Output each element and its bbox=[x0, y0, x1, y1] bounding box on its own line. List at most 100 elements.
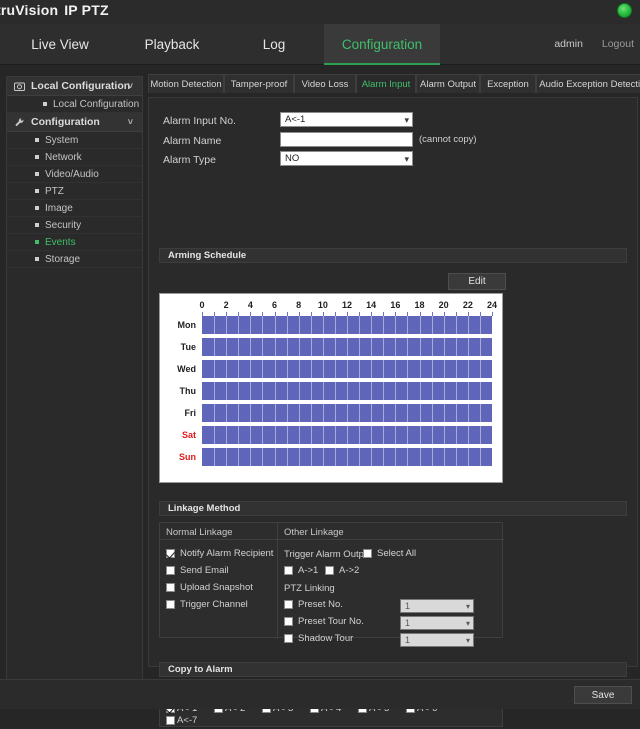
schedule-bar[interactable] bbox=[202, 338, 492, 356]
checkbox[interactable] bbox=[166, 566, 175, 575]
schedule-bar-divider bbox=[298, 360, 300, 378]
wrench-icon bbox=[14, 117, 25, 128]
schedule-bar-divider bbox=[395, 404, 397, 422]
checkbox-label: A->1 bbox=[298, 565, 319, 576]
tab-audio-exception-detection[interactable]: Audio Exception Detection bbox=[536, 74, 640, 93]
schedule-bar-divider bbox=[226, 404, 228, 422]
ptz-preset-tour-no-select[interactable]: 1 ▾ bbox=[400, 616, 474, 630]
day-label: Mon bbox=[177, 320, 197, 330]
tab-exception[interactable]: Exception bbox=[480, 74, 536, 93]
help-circle-icon[interactable] bbox=[617, 3, 632, 18]
arming-schedule-grid[interactable]: 0 2 4 6 8 10 12 14 16 18 20 22 24 Mon Tue Wed Thu Fri Sat S… bbox=[159, 293, 503, 483]
sidebar-item-ptz[interactable]: PTZ bbox=[7, 183, 142, 200]
checkbox[interactable] bbox=[166, 549, 175, 558]
tab-alarm-input[interactable]: Alarm Input bbox=[356, 74, 416, 93]
schedule-bar[interactable] bbox=[202, 382, 492, 400]
schedule-bar-divider bbox=[443, 448, 445, 466]
schedule-bar-divider bbox=[419, 404, 421, 422]
sidebar-item-local-configuration[interactable]: Local Configuration bbox=[7, 96, 142, 113]
schedule-bar-divider bbox=[310, 316, 312, 334]
ptz-preset-no-select[interactable]: 1 ▾ bbox=[400, 599, 474, 613]
schedule-bar-divider bbox=[383, 382, 385, 400]
chevron-down-icon[interactable]: ˅ bbox=[128, 113, 133, 132]
schedule-bar[interactable] bbox=[202, 426, 492, 444]
schedule-bar[interactable] bbox=[202, 316, 492, 334]
checkbox[interactable] bbox=[284, 600, 293, 609]
ptz-shadow-tour-select[interactable]: 1 ▾ bbox=[400, 633, 474, 647]
nav-item-configuration[interactable]: Configuration bbox=[324, 24, 440, 65]
schedule-bar[interactable] bbox=[202, 360, 492, 378]
hour-label: 16 bbox=[390, 300, 401, 310]
schedule-bar-divider bbox=[322, 426, 324, 444]
tab-motion-detection[interactable]: Motion Detection bbox=[148, 74, 224, 93]
sidebar-group-configuration[interactable]: Configuration ˅ bbox=[7, 113, 142, 132]
hour-label: 2 bbox=[223, 300, 229, 310]
sidebar-item-security[interactable]: Security bbox=[7, 217, 142, 234]
nav-item-playback[interactable]: Playback bbox=[118, 24, 226, 65]
alarm-input-no-select[interactable]: A<-1 ▾ bbox=[280, 112, 413, 127]
schedule-bar-divider bbox=[395, 316, 397, 334]
schedule-bar-divider bbox=[226, 316, 228, 334]
tab-alarm-output[interactable]: Alarm Output bbox=[416, 74, 480, 93]
alarm-name-input[interactable] bbox=[280, 132, 413, 147]
schedule-bar[interactable] bbox=[202, 404, 492, 422]
schedule-bar-divider bbox=[322, 448, 324, 466]
schedule-bar-divider bbox=[286, 426, 288, 444]
schedule-bar-divider bbox=[395, 448, 397, 466]
tab-video-loss[interactable]: Video Loss bbox=[294, 74, 356, 93]
day-label: Tue bbox=[180, 342, 196, 352]
checkbox[interactable] bbox=[363, 549, 372, 558]
checkbox[interactable] bbox=[325, 566, 334, 575]
schedule-bar-divider bbox=[310, 360, 312, 378]
edit-schedule-button[interactable]: Edit bbox=[448, 273, 506, 290]
schedule-bar-divider bbox=[443, 382, 445, 400]
schedule-bar-divider bbox=[226, 426, 228, 444]
sidebar-item-video-audio[interactable]: Video/Audio bbox=[7, 166, 142, 183]
schedule-bar-divider bbox=[262, 382, 264, 400]
checkbox[interactable] bbox=[166, 716, 175, 725]
schedule-bar-divider bbox=[419, 382, 421, 400]
header-rule bbox=[160, 539, 504, 540]
hour-label: 14 bbox=[366, 300, 377, 310]
chevron-down-icon[interactable]: ˅ bbox=[128, 77, 133, 96]
alarm-type-select[interactable]: NO ▾ bbox=[280, 151, 413, 166]
nav-item-log[interactable]: Log bbox=[230, 24, 318, 65]
bullet-icon bbox=[35, 155, 39, 159]
footer-bar: Save bbox=[0, 679, 640, 709]
checkbox[interactable] bbox=[166, 600, 175, 609]
logout-button[interactable]: Logout bbox=[602, 38, 634, 50]
sidebar-item-system[interactable]: System bbox=[7, 132, 142, 149]
schedule-bar[interactable] bbox=[202, 448, 492, 466]
schedule-bar-divider bbox=[214, 316, 216, 334]
schedule-bar-divider bbox=[383, 426, 385, 444]
schedule-bar-divider bbox=[347, 426, 348, 444]
alarm-input-no-row: Alarm Input No. A<-1 ▾ bbox=[163, 112, 503, 130]
schedule-bar-divider bbox=[431, 404, 433, 422]
schedule-bar-divider bbox=[274, 360, 276, 378]
save-button[interactable]: Save bbox=[574, 686, 632, 704]
bullet-icon bbox=[35, 138, 39, 142]
schedule-bar-divider bbox=[407, 448, 409, 466]
schedule-bar-divider bbox=[443, 316, 445, 334]
sidebar-item-label: Network bbox=[45, 152, 82, 163]
schedule-bar-divider bbox=[371, 404, 373, 422]
sidebar-item-storage[interactable]: Storage bbox=[7, 251, 142, 268]
alarm-name-hint: (cannot copy) bbox=[419, 134, 477, 145]
schedule-bar-divider bbox=[383, 338, 385, 356]
bullet-icon bbox=[35, 172, 39, 176]
chevron-down-icon: ▾ bbox=[465, 636, 470, 645]
sidebar-item-events[interactable]: Events bbox=[7, 234, 142, 251]
checkbox[interactable] bbox=[284, 566, 293, 575]
checkbox[interactable] bbox=[166, 583, 175, 592]
checkbox[interactable] bbox=[284, 617, 293, 626]
sidebar-item-label: System bbox=[45, 135, 79, 146]
hour-label: 18 bbox=[414, 300, 425, 310]
main-nav: Live View Playback Log Configuration adm… bbox=[0, 24, 640, 65]
sidebar-item-image[interactable]: Image bbox=[7, 200, 142, 217]
schedule-bar-divider bbox=[443, 360, 445, 378]
sidebar-item-network[interactable]: Network bbox=[7, 149, 142, 166]
tab-tamper-proof[interactable]: Tamper-proof bbox=[224, 74, 294, 93]
nav-item-live-view[interactable]: Live View bbox=[6, 24, 114, 65]
sidebar-group-local-configuration[interactable]: Local Configuration ˅ bbox=[7, 77, 142, 96]
checkbox[interactable] bbox=[284, 634, 293, 643]
